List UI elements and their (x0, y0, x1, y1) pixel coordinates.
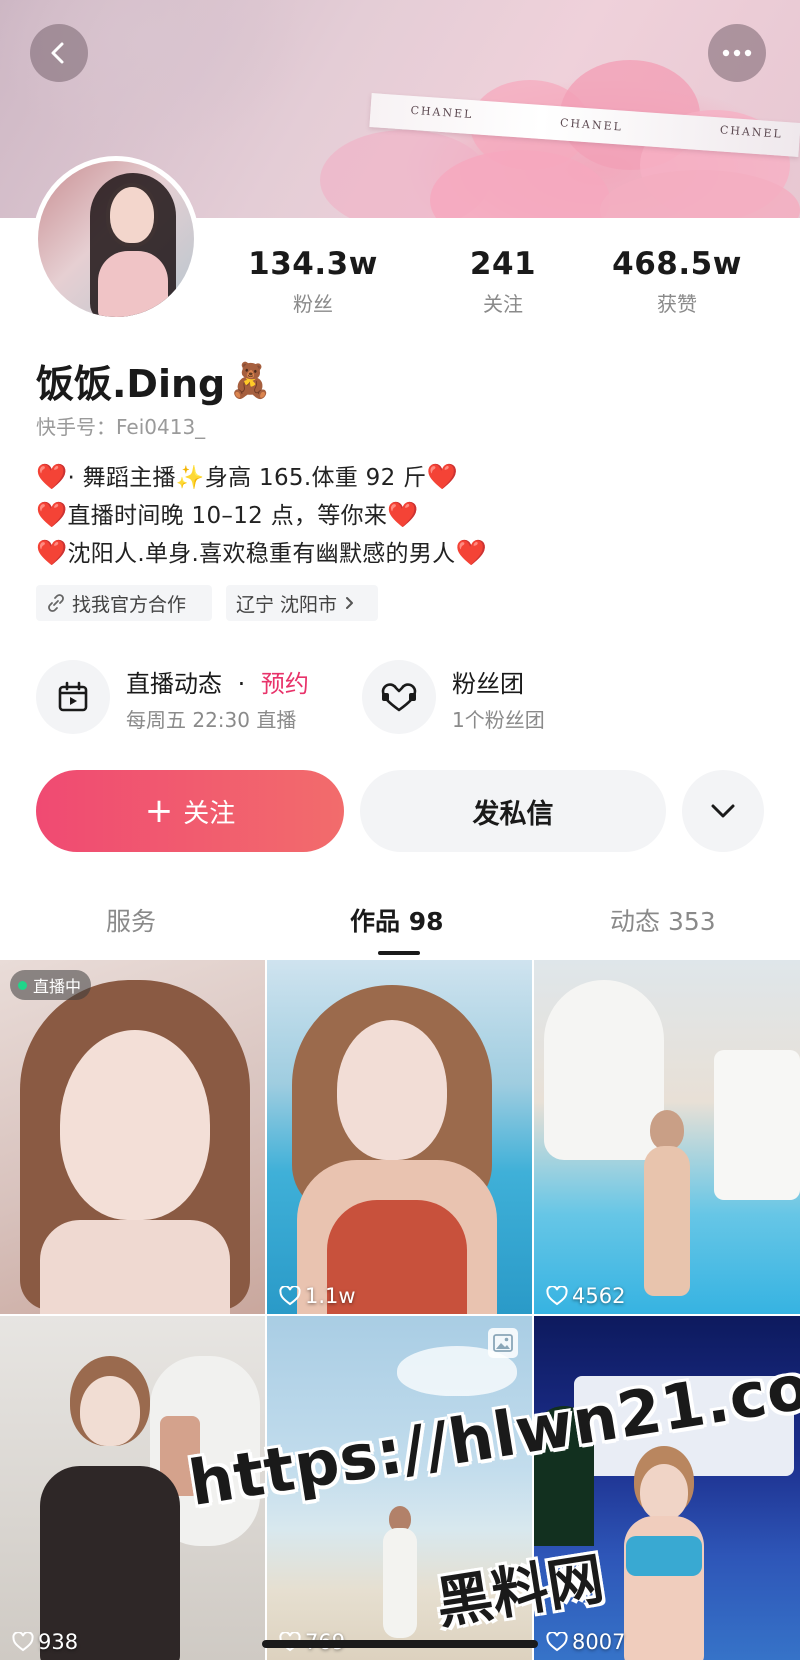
calendar-play-icon (58, 681, 88, 712)
following-label: 关注 (483, 292, 523, 316)
likes-counter: 8007 (546, 1630, 625, 1654)
ribbon-text: CHANEL (719, 123, 784, 141)
likes-label: 获赞 (657, 292, 697, 316)
fan-club-subtitle: 1个粉丝团 (452, 708, 545, 732)
stat-likes[interactable]: 468.5w 获赞 (592, 246, 762, 317)
tab-services[interactable]: 服务 (106, 902, 156, 938)
chevron-right-icon (346, 597, 354, 609)
live-schedule-title-text: 直播动态 (126, 670, 222, 698)
live-badge: 直播中 (10, 970, 92, 1000)
likes-counter: 938 (12, 1630, 78, 1654)
heart-badge-icon (381, 683, 417, 712)
stat-followers[interactable]: 134.3w 粉丝 (228, 246, 398, 317)
live-schedule-icon-button[interactable] (36, 660, 110, 734)
followers-label: 粉丝 (293, 292, 333, 316)
live-badge-label: 直播中 (33, 977, 82, 996)
active-tab-indicator (378, 951, 420, 955)
heart-outline-icon (546, 1632, 568, 1652)
heart-outline-icon (546, 1286, 568, 1306)
more-actions-button[interactable] (682, 770, 764, 852)
likes-value: 8007 (572, 1630, 626, 1654)
back-arrow-icon (51, 42, 64, 64)
follow-button[interactable]: + 关注 (36, 770, 344, 852)
likes-counter: 4562 (546, 1284, 625, 1308)
send-message-label: 发私信 (472, 798, 554, 830)
likes-count: 468.5w (612, 246, 742, 282)
bio-line-1: ❤️· 舞蹈主播✨身高 165.体重 92 斤❤️ (36, 458, 458, 492)
chevron-down-icon (711, 804, 735, 818)
heart-icon: ❤️ (36, 462, 68, 491)
tab-moments[interactable]: 动态 353 (610, 902, 716, 938)
ribbon-text: CHANEL (559, 116, 624, 134)
live-schedule-title[interactable]: 直播动态 · 预约 (126, 664, 309, 699)
kuaishou-id[interactable]: 快手号：Fei0413_ (36, 411, 205, 440)
bio-text: 身高 165.体重 92 斤 (204, 465, 427, 491)
link-icon (48, 594, 64, 612)
bio-line-3: ❤️沈阳人.单身.喜欢稳重有幽默感的男人❤️ (36, 534, 487, 568)
more-options-button[interactable] (708, 24, 766, 82)
back-button[interactable] (30, 24, 88, 82)
tab-works[interactable]: 作品 98 (350, 902, 444, 938)
sparkles-icon: ✨ (175, 465, 205, 491)
image-post-icon (488, 1328, 518, 1358)
avatar[interactable] (33, 156, 199, 322)
following-count: 241 (469, 246, 537, 282)
bio-text: 沈阳人.单身.喜欢稳重有幽默感的男人 (67, 541, 456, 567)
reserve-badge[interactable]: 预约 (261, 670, 309, 698)
stat-following[interactable]: 241 关注 (418, 246, 588, 317)
heart-outline-icon (279, 1286, 301, 1306)
teddy-bear-icon: 🧸 (229, 360, 272, 401)
bio-line-2: ❤️直播时间晚 10–12 点，等你来❤️ (36, 496, 419, 530)
video-thumbnail[interactable]: 4562 (534, 960, 800, 1314)
likes-value: 938 (38, 1630, 79, 1654)
followers-count: 134.3w (248, 246, 378, 282)
video-thumbnail[interactable]: 1.1w (267, 960, 532, 1314)
likes-counter: 1.1w (279, 1284, 356, 1308)
likes-value: 1.1w (305, 1284, 356, 1308)
official-cooperation-label: 找我官方合作 (72, 593, 187, 616)
fan-club-title[interactable]: 粉丝团 (452, 664, 524, 699)
fan-club-icon-button[interactable] (362, 660, 436, 734)
heart-icon: ❤️ (426, 462, 458, 491)
more-dots-icon (722, 49, 752, 57)
heart-icon: ❤️ (36, 500, 68, 529)
official-cooperation-tag[interactable]: 找我官方合作 (36, 585, 212, 621)
live-schedule-subtitle: 每周五 22:30 直播 (126, 708, 297, 732)
bio-text: · 舞蹈主播 (67, 465, 176, 491)
heart-outline-icon (12, 1632, 34, 1652)
separator-dot: · (237, 670, 246, 698)
plus-icon: + (144, 791, 174, 831)
heart-icon: ❤️ (455, 538, 487, 567)
heart-icon: ❤️ (36, 538, 68, 567)
video-thumbnail[interactable]: 直播中 (0, 960, 265, 1314)
profile-name: 饭饭.Ding 🧸 (36, 353, 272, 408)
likes-value: 4562 (572, 1284, 626, 1308)
live-dot-icon (18, 980, 27, 990)
location-tag[interactable]: 辽宁 沈阳市 (226, 585, 378, 621)
follow-label: 关注 (183, 798, 236, 829)
location-label: 辽宁 沈阳市 (236, 593, 338, 616)
bio-text: 直播时间晚 10–12 点，等你来 (67, 503, 388, 529)
ribbon-text: CHANEL (410, 103, 474, 122)
profile-name-text: 饭饭.Ding (36, 362, 226, 406)
send-message-button[interactable]: 发私信 (360, 770, 666, 852)
heart-icon: ❤️ (387, 500, 419, 529)
home-indicator[interactable] (262, 1640, 538, 1648)
